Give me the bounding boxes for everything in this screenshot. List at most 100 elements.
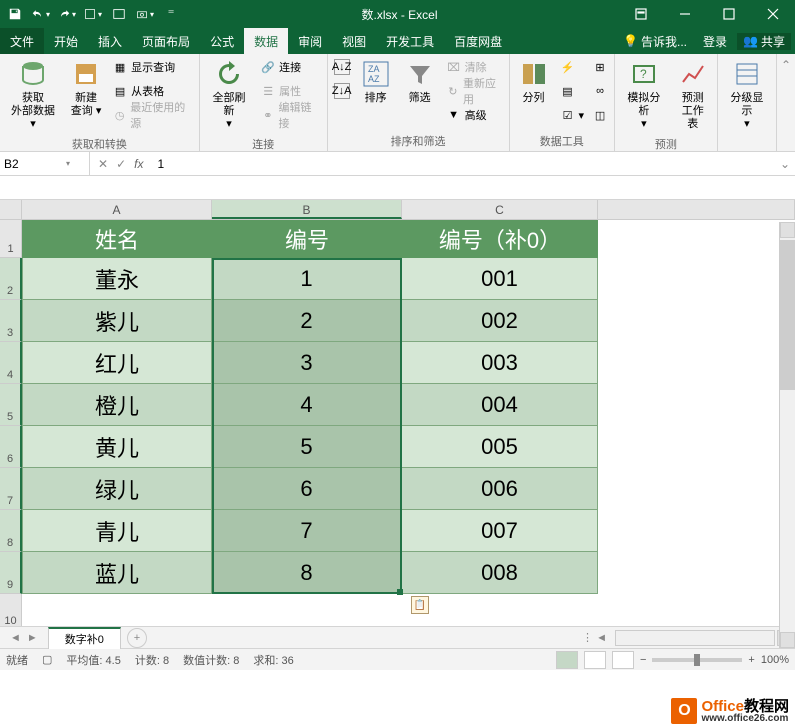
what-if-button[interactable]: ? 模拟分析▾ [619, 56, 669, 134]
row-header-6[interactable]: 6 [0, 426, 22, 468]
zoom-out-icon[interactable]: − [640, 654, 646, 666]
sort-desc-button[interactable]: Z↓A [332, 80, 352, 102]
cell-pad[interactable]: 008 [402, 552, 598, 594]
share-button[interactable]: 👥共享 [737, 33, 791, 50]
sheet-tab-active[interactable]: 数字补0 [48, 627, 121, 649]
cell-pad[interactable]: 001 [402, 258, 598, 300]
cell-pad[interactable]: 003 [402, 342, 598, 384]
cell-name[interactable]: 青儿 [22, 510, 212, 552]
camera-icon[interactable]: ▾ [136, 5, 154, 23]
save-icon[interactable] [6, 5, 24, 23]
cell-pad[interactable]: 007 [402, 510, 598, 552]
tab-insert[interactable]: 插入 [88, 28, 132, 54]
cell-num[interactable]: 2 [212, 300, 402, 342]
zoom-in-icon[interactable]: + [748, 654, 754, 666]
zoom-slider[interactable] [652, 658, 742, 662]
sort-asc-button[interactable]: A↓Z [332, 56, 352, 78]
tab-file[interactable]: 文件 [0, 28, 44, 54]
cell-name[interactable]: 蓝儿 [22, 552, 212, 594]
scroll-thumb[interactable] [780, 240, 795, 390]
advanced-filter-button[interactable]: ▼高级 [444, 104, 505, 126]
new-query-button[interactable]: 新建查询 ▾ [66, 56, 106, 120]
expand-formula-icon[interactable]: ⌄ [775, 157, 795, 171]
qat-btn-5[interactable] [110, 5, 128, 23]
col-header-A[interactable]: A [22, 200, 212, 219]
zoom-level[interactable]: 100% [761, 654, 789, 666]
sheet-nav-next-icon[interactable]: ► [27, 632, 38, 644]
remove-dup-button[interactable]: ▤ [558, 80, 587, 102]
sheet-nav-prev-icon[interactable]: ◄ [10, 632, 21, 644]
row-header-2[interactable]: 2 [0, 258, 22, 300]
maximize-icon[interactable] [707, 0, 751, 28]
h-scroll-track[interactable] [615, 630, 775, 646]
col-header-C[interactable]: C [402, 200, 598, 219]
view-normal-button[interactable] [556, 651, 578, 669]
consolidate-button[interactable]: ⊞ [590, 56, 610, 78]
cell-name[interactable]: 红儿 [22, 342, 212, 384]
cell-name[interactable]: 紫儿 [22, 300, 212, 342]
enter-icon[interactable]: ✓ [116, 157, 126, 171]
scroll-down-icon[interactable] [780, 632, 795, 648]
cell-num[interactable]: 4 [212, 384, 402, 426]
row-header-8[interactable]: 8 [0, 510, 22, 552]
col-header-rest[interactable] [598, 200, 795, 219]
select-all-corner[interactable] [0, 200, 22, 219]
macro-record-icon[interactable]: ▢ [42, 653, 52, 666]
cell-num[interactable]: 8 [212, 552, 402, 594]
row-header-4[interactable]: 4 [0, 342, 22, 384]
row-header-1[interactable]: 1 [0, 220, 22, 258]
recent-sources-button[interactable]: ◷最近使用的源 [110, 104, 195, 126]
cell-num[interactable]: 1 [212, 258, 402, 300]
cancel-icon[interactable]: ✕ [98, 157, 108, 171]
scroll-up-icon[interactable] [780, 222, 795, 238]
cell-num[interactable]: 7 [212, 510, 402, 552]
reapply-button[interactable]: ↻重新应用 [444, 80, 505, 102]
cell-num[interactable]: 5 [212, 426, 402, 468]
qat-btn-4[interactable]: ▾ [84, 5, 102, 23]
collapse-ribbon-icon[interactable]: ⌃ [781, 58, 791, 72]
show-queries-button[interactable]: ▦显示查询 [110, 56, 195, 78]
smart-tag-icon[interactable]: 📋 [411, 596, 429, 614]
data-model-button[interactable]: ◫ [590, 104, 610, 126]
tab-page-layout[interactable]: 页面布局 [132, 28, 200, 54]
flash-fill-button[interactable]: ⚡ [558, 56, 587, 78]
relationships-button[interactable]: ∞ [590, 80, 610, 102]
redo-icon[interactable]: ▾ [58, 5, 76, 23]
cell-name[interactable]: 董永 [22, 258, 212, 300]
data-validation-button[interactable]: ☑▾ [558, 104, 587, 126]
header-cell-num[interactable]: 编号 [212, 220, 402, 258]
get-external-data-button[interactable]: 获取外部数据 ▾ [4, 56, 62, 134]
tab-view[interactable]: 视图 [332, 28, 376, 54]
row-header-7[interactable]: 7 [0, 468, 22, 510]
signin-button[interactable]: 登录 [697, 33, 733, 50]
outline-button[interactable]: 分级显示▾ [722, 56, 772, 134]
name-box[interactable]: ▾ [0, 152, 90, 175]
cell-num[interactable]: 3 [212, 342, 402, 384]
grid-body[interactable]: 1 姓名 编号 编号（补0） 2 董永 1 001 3 紫儿 2 002 4 红… [0, 220, 795, 626]
refresh-all-button[interactable]: 全部刷新▾ [204, 56, 254, 134]
row-header-3[interactable]: 3 [0, 300, 22, 342]
view-pagebreak-button[interactable] [612, 651, 634, 669]
cell-pad[interactable]: 006 [402, 468, 598, 510]
name-box-input[interactable] [4, 157, 64, 171]
col-header-B[interactable]: B [212, 200, 402, 219]
cell-pad[interactable]: 004 [402, 384, 598, 426]
ribbon-options-icon[interactable] [619, 0, 663, 28]
cell-num[interactable]: 6 [212, 468, 402, 510]
filter-button[interactable]: 筛选 [400, 56, 440, 107]
sort-button[interactable]: ZAAZ 排序 [356, 56, 396, 107]
minimize-icon[interactable] [663, 0, 707, 28]
add-sheet-button[interactable]: + [127, 628, 147, 648]
view-layout-button[interactable] [584, 651, 606, 669]
cell-name[interactable]: 黄儿 [22, 426, 212, 468]
header-cell-name[interactable]: 姓名 [22, 220, 212, 258]
cell-pad[interactable]: 005 [402, 426, 598, 468]
forecast-sheet-button[interactable]: 预测工作表 [673, 56, 713, 134]
header-cell-pad[interactable]: 编号（补0） [402, 220, 598, 258]
tab-formulas[interactable]: 公式 [200, 28, 244, 54]
formula-input[interactable] [151, 152, 775, 175]
qat-customize-icon[interactable]: ⁼ [162, 5, 180, 23]
fx-icon[interactable]: fx [134, 157, 143, 171]
tab-developer[interactable]: 开发工具 [376, 28, 444, 54]
row-header-5[interactable]: 5 [0, 384, 22, 426]
